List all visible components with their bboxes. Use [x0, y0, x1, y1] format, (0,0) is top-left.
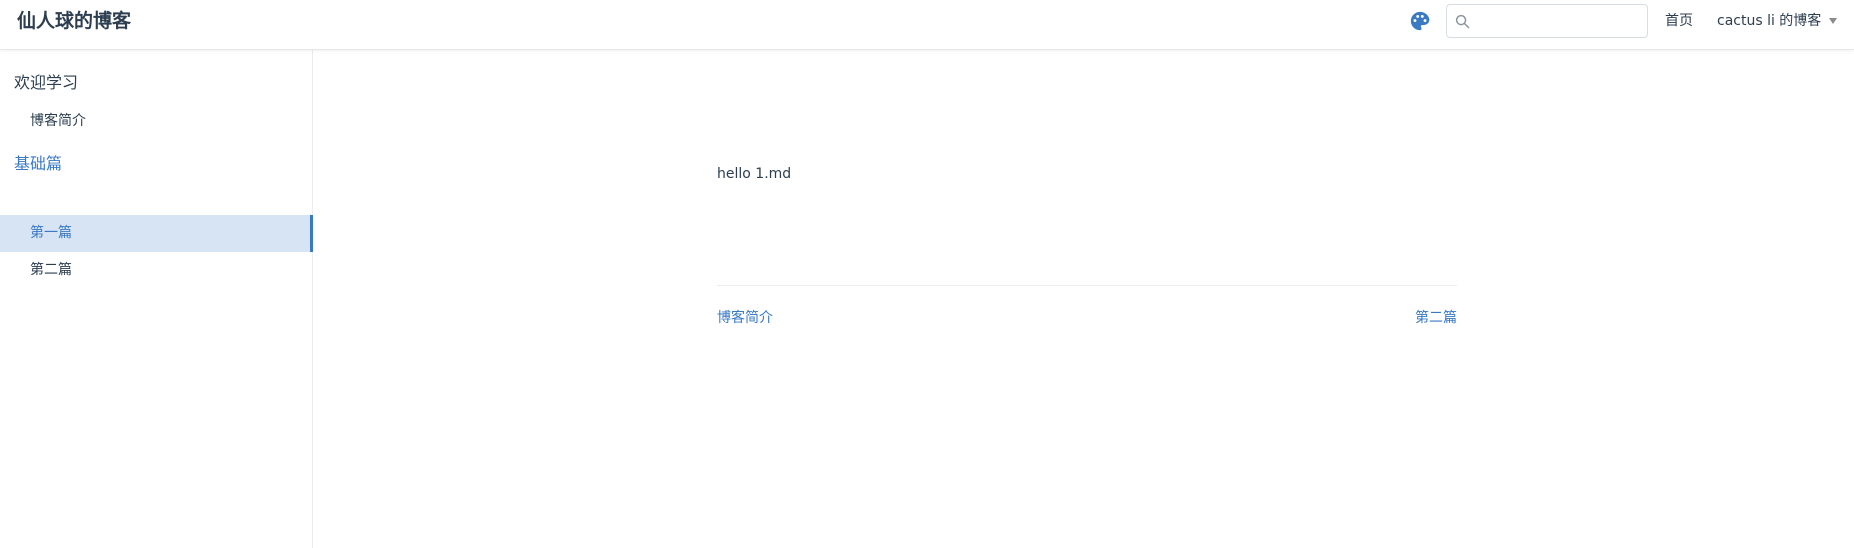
top-navbar: 仙人球的博客 首页 cactus li 的博客 [0, 0, 1854, 50]
sidebar: 欢迎学习 博客简介 基础篇 第一篇 第二篇 [0, 50, 313, 548]
article-body: hello 1.md [717, 166, 792, 182]
site-name[interactable]: 仙人球的博客 [17, 8, 131, 34]
sidebar-item-part-one[interactable]: 第一篇 [0, 215, 313, 252]
search-input[interactable] [1477, 9, 1641, 33]
search-box [1446, 4, 1648, 38]
palette-icon[interactable] [1409, 10, 1431, 32]
nav-dropdown-blog[interactable]: cactus li 的博客 [1717, 12, 1838, 30]
prev-page-link[interactable]: 博客简介 [717, 308, 773, 328]
chevron-down-icon [1829, 18, 1838, 24]
nav-link-home[interactable]: 首页 [1665, 12, 1693, 30]
sidebar-group-welcome[interactable]: 欢迎学习 [14, 72, 78, 94]
search-icon [1455, 14, 1470, 29]
sidebar-item-part-two[interactable]: 第二篇 [0, 252, 313, 289]
sidebar-group-basics[interactable]: 基础篇 [14, 153, 62, 175]
page-nav-divider [717, 285, 1457, 286]
sidebar-item-blog-intro[interactable]: 博客简介 [0, 103, 313, 140]
nav-dropdown-label: cactus li 的博客 [1717, 13, 1822, 29]
next-page-link[interactable]: 第二篇 [1415, 308, 1457, 328]
